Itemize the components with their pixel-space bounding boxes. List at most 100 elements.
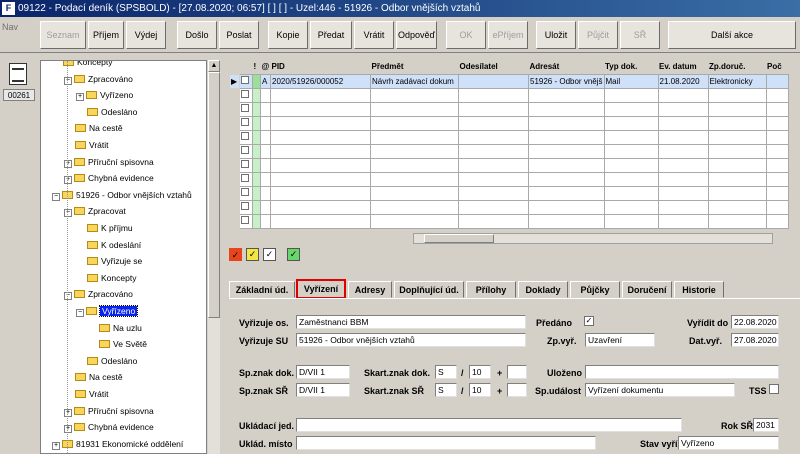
table-row[interactable] [229,213,789,229]
row-checkbox[interactable] [241,146,249,154]
tree-item[interactable]: K odeslání [87,238,141,252]
skart-dok-extra-field[interactable] [507,365,527,379]
tree-item[interactable]: K příjmu [87,221,133,235]
document-icon[interactable] [9,63,27,85]
col-pid[interactable]: PID [270,60,371,74]
vyrizuje-su-field[interactable]: 51926 - Odbor vnějších vztahů [296,333,526,347]
skart-sr-extra-field[interactable] [507,383,527,397]
vyrizuje-os-field[interactable]: Zaměstnanci BBM [296,315,526,329]
col-zpdoruc[interactable]: Zp.doruč. [708,60,766,74]
table-row[interactable] [229,87,789,103]
expand-icon[interactable]: + [64,176,72,185]
row-checkbox[interactable] [241,174,249,182]
row-pid[interactable]: 2020/51926/000052 [270,73,371,89]
tree-item[interactable]: + Příruční spisovna [64,404,154,418]
col-excl[interactable]: ! [252,60,261,74]
row-checkbox[interactable] [241,216,249,224]
col-adresat[interactable]: Adresát [528,60,604,74]
pujcit-button[interactable]: Půjčit [578,21,618,49]
row-odesilatel[interactable] [458,73,529,89]
table-row[interactable] [229,129,789,145]
tree-item[interactable]: − Zpracovat [64,204,126,218]
spznak-dok-field[interactable]: D/VII 1 [296,365,350,379]
tab-doklady[interactable]: Doklady [518,281,568,298]
table-row[interactable] [229,171,789,187]
tree-item[interactable]: Vrátit [75,138,109,152]
tree-item[interactable]: + Vyřízeno [76,88,133,102]
expand-icon[interactable]: + [52,441,60,450]
grid-hscrollbar[interactable] [413,233,773,244]
vydej-button[interactable]: Výdej [126,21,166,49]
kopie-button[interactable]: Kopie [268,21,308,49]
ok-button[interactable]: OK [446,21,486,49]
zp-vyr-field[interactable]: Uzavření [585,333,655,347]
collapse-icon[interactable]: − [64,76,72,85]
expand-icon[interactable]: + [64,159,72,168]
tree-item[interactable]: Ve Světě [99,337,147,351]
stav-field[interactable]: Vyřízeno [678,436,779,450]
row-checkbox[interactable] [241,104,249,112]
collapse-icon[interactable]: − [52,192,60,201]
ulozit-button[interactable]: Uložit [536,21,576,49]
paperclip-icon[interactable]: @ [260,60,271,74]
expand-icon[interactable]: + [64,408,72,417]
table-row[interactable] [229,199,789,215]
skart-sr-s-field[interactable]: S [435,383,457,397]
dat-vyr-field[interactable]: 27.08.2020 [731,333,779,347]
expand-icon[interactable]: + [76,93,84,102]
skart-dok-s-field[interactable]: S [435,365,457,379]
tree-item[interactable]: Na uzlu [99,321,142,335]
doslo-button[interactable]: Došlo [177,21,217,49]
tree-item[interactable]: Vrátit [75,387,109,401]
tree-item[interactable]: Vyřizuje se [87,254,142,268]
row-checkbox[interactable] [241,132,249,140]
table-row[interactable] [229,185,789,201]
filter-red-checkbox[interactable]: ✓ [229,248,242,261]
tree-item[interactable]: Na cestě [75,370,123,384]
poslat-button[interactable]: Poslat [219,21,259,49]
tab-zakladni[interactable]: Základní úd. [229,281,295,298]
tree-item[interactable]: + Chybná evidence [64,420,154,434]
tree-item[interactable]: Koncepty [63,61,112,69]
skart-dok-n-field[interactable]: 10 [469,365,491,379]
odpoved-button[interactable]: Odpověď [396,21,437,49]
tab-prilohy[interactable]: Přílohy [466,281,516,298]
scroll-up-icon[interactable]: ▲ [208,60,220,72]
spudalost-field[interactable]: Vyřízení dokumentu [585,383,735,397]
row-checkbox[interactable] [241,202,249,210]
filter-yellow-checkbox[interactable]: ✓ [246,248,259,261]
row-adresat[interactable]: 51926 - Odbor vnějš [528,73,605,89]
row-checkbox[interactable] [241,118,249,126]
row-predmet[interactable]: Návrh zadávací dokum [370,73,459,89]
tree-scrollbar[interactable]: ▲ [208,60,220,454]
tree-item[interactable]: + Chybná evidence [64,171,154,185]
row-checkbox[interactable] [241,90,249,98]
tree-item[interactable]: − Vyřízeno [76,304,139,318]
tree-item[interactable]: − 51926 - Odbor vnějších vztahů [52,188,192,202]
prijem-button[interactable]: Příjem [88,21,124,49]
tree-item[interactable]: +81931 Ekonomické oddělení [52,437,183,451]
tab-pujcky[interactable]: Půjčky [570,281,620,298]
vratit-button[interactable]: Vrátit [354,21,394,49]
table-row[interactable] [229,143,789,159]
row-checkbox[interactable] [241,188,249,196]
vyridit-do-field[interactable]: 22.08.2020 [731,315,779,329]
skart-sr-n-field[interactable]: 10 [469,383,491,397]
row-evdatum[interactable]: 21.08.2020 [657,73,709,89]
hscroll-thumb[interactable] [424,234,494,243]
col-typdok[interactable]: Typ dok. [604,60,658,74]
row-typdok[interactable]: Mail [603,73,659,89]
eprijem-button[interactable]: ePříjem [488,21,528,49]
tab-doplnujici[interactable]: Doplňující úd. [394,281,464,298]
collapse-icon[interactable]: − [64,292,72,301]
tab-adresy[interactable]: Adresy [348,281,392,298]
row-zpdoruc[interactable]: Elektronicky [707,73,767,89]
tree-item[interactable]: − Zpracováno [64,287,133,301]
ulozeno-field[interactable] [585,365,779,379]
tree-item[interactable]: Odesláno [87,105,137,119]
rok-sr-field[interactable]: 2031 [753,418,779,432]
tab-vyrizeni[interactable]: Vyřízení [296,279,346,299]
tree-item[interactable]: Odesláno [87,354,137,368]
table-row[interactable] [229,101,789,117]
tree-item[interactable]: − Zpracováno [64,72,133,86]
